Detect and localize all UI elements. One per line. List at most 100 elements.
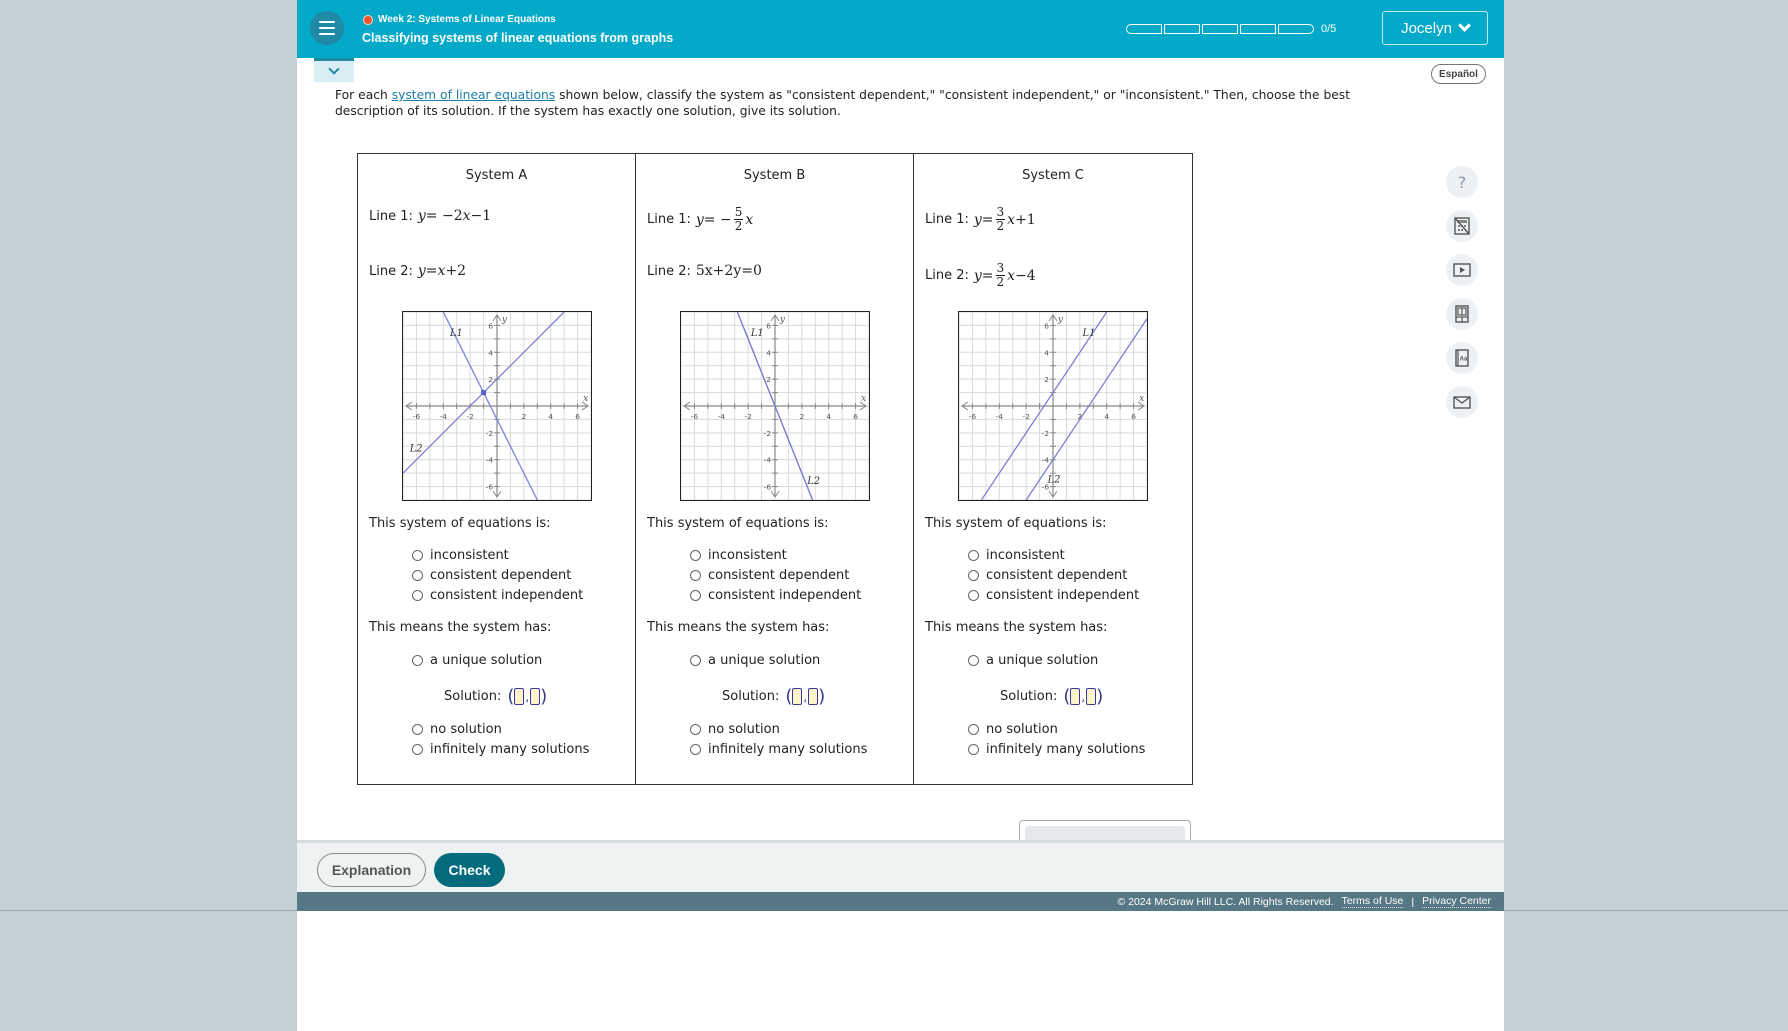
solution-x-input[interactable] bbox=[1070, 688, 1081, 705]
radio-no-solution[interactable]: no solution bbox=[968, 722, 1058, 737]
y-tick-label: 6 bbox=[488, 321, 493, 330]
radio-button[interactable] bbox=[690, 570, 701, 581]
radio-consistent-independent[interactable]: consistent independent bbox=[690, 588, 861, 603]
check-button[interactable]: Check bbox=[434, 853, 505, 887]
x-tick-label: -6 bbox=[969, 412, 977, 421]
line-label-l1: L1 bbox=[1082, 328, 1096, 339]
radio-infinitely-many[interactable]: infinitely many solutions bbox=[412, 742, 589, 757]
radio-button[interactable] bbox=[412, 655, 423, 666]
message-icon[interactable] bbox=[1446, 386, 1478, 418]
x-tick-label: -2 bbox=[1022, 412, 1029, 421]
radio-button[interactable] bbox=[412, 724, 423, 735]
side-toolbar: ? Aa bbox=[1446, 166, 1478, 418]
line1-equation: Line 1: y = −2 x −1 bbox=[369, 208, 491, 224]
fraction-numerator: 5 bbox=[733, 205, 744, 220]
line1-equation: Line 1: y = − 52 x bbox=[647, 206, 753, 233]
collapse-toggle[interactable] bbox=[314, 58, 354, 82]
radio-button[interactable] bbox=[968, 550, 979, 561]
radio-button[interactable] bbox=[968, 744, 979, 755]
terms-link[interactable]: Terms of Use bbox=[1341, 895, 1404, 908]
radio-infinitely-many[interactable]: infinitely many solutions bbox=[690, 742, 867, 757]
page-title: Classifying systems of linear equations … bbox=[362, 31, 674, 45]
envelope-icon bbox=[1453, 395, 1471, 409]
glossary-link[interactable]: system of linear equations bbox=[392, 88, 555, 102]
math-var: x bbox=[1007, 267, 1016, 284]
option-label: inconsistent bbox=[986, 548, 1065, 563]
collapsed-panel-tab[interactable] bbox=[1019, 820, 1191, 843]
radio-no-solution[interactable]: no solution bbox=[690, 722, 780, 737]
radio-unique-solution[interactable]: a unique solution bbox=[968, 653, 1098, 668]
solution-x-input[interactable] bbox=[514, 688, 525, 705]
radio-button[interactable] bbox=[968, 570, 979, 581]
math-var: y bbox=[973, 211, 982, 228]
line-label-l2: L2 bbox=[409, 444, 423, 455]
option-label: consistent independent bbox=[986, 588, 1140, 603]
option-label: a unique solution bbox=[430, 653, 543, 668]
radio-inconsistent[interactable]: inconsistent bbox=[412, 548, 509, 563]
solution-y-input[interactable] bbox=[530, 688, 541, 705]
progress-count: 0/5 bbox=[1321, 23, 1337, 35]
radio-button[interactable] bbox=[968, 724, 979, 735]
radio-inconsistent[interactable]: inconsistent bbox=[690, 548, 787, 563]
language-toggle-button[interactable]: Español bbox=[1431, 64, 1486, 84]
help-icon[interactable]: ? bbox=[1446, 166, 1478, 198]
math-text: +2 bbox=[445, 263, 467, 279]
radio-button[interactable] bbox=[690, 724, 701, 735]
video-icon[interactable] bbox=[1446, 254, 1478, 286]
hamburger-icon bbox=[319, 21, 335, 23]
math-var: y bbox=[973, 267, 982, 284]
fraction-denominator: 2 bbox=[734, 219, 743, 233]
classify-prompt: This system of equations is: bbox=[369, 516, 551, 531]
radio-button[interactable] bbox=[412, 744, 423, 755]
radio-button[interactable] bbox=[968, 590, 979, 601]
radio-consistent-dependent[interactable]: consistent dependent bbox=[968, 568, 1127, 583]
option-label: inconsistent bbox=[708, 548, 787, 563]
solution-x-input[interactable] bbox=[792, 688, 803, 705]
radio-button[interactable] bbox=[690, 590, 701, 601]
instructions: For each system of linear equations show… bbox=[335, 87, 1415, 119]
radio-button[interactable] bbox=[412, 590, 423, 601]
line2-equation: Line 2: y = x +2 bbox=[369, 263, 466, 279]
textbook-icon[interactable] bbox=[1446, 298, 1478, 330]
calculator-disabled-icon[interactable] bbox=[1446, 210, 1478, 242]
radio-button[interactable] bbox=[690, 550, 701, 561]
radio-infinitely-many[interactable]: infinitely many solutions bbox=[968, 742, 1145, 757]
solution-input-group: Solution: (,) bbox=[444, 686, 547, 707]
radio-inconsistent[interactable]: inconsistent bbox=[968, 548, 1065, 563]
progress-segment bbox=[1240, 24, 1276, 34]
radio-button[interactable] bbox=[412, 550, 423, 561]
radio-consistent-independent[interactable]: consistent independent bbox=[412, 588, 583, 603]
copyright-text: © 2024 McGraw Hill LLC. All Rights Reser… bbox=[1117, 895, 1334, 908]
explanation-button[interactable]: Explanation bbox=[317, 853, 426, 887]
radio-button[interactable] bbox=[690, 655, 701, 666]
line-label-l1: L1 bbox=[449, 328, 463, 339]
y-tick-label: 4 bbox=[766, 348, 771, 357]
radio-no-solution[interactable]: no solution bbox=[412, 722, 502, 737]
radio-consistent-independent[interactable]: consistent independent bbox=[968, 588, 1139, 603]
solution-label: Solution: bbox=[722, 689, 780, 704]
line1-math: y = 32 x +1 bbox=[974, 206, 1036, 233]
radio-button[interactable] bbox=[968, 655, 979, 666]
menu-button[interactable] bbox=[310, 11, 344, 45]
classify-prompt: This system of equations is: bbox=[925, 516, 1107, 531]
top-bar: Week 2: Systems of Linear Equations Clas… bbox=[297, 0, 1504, 58]
option-label: no solution bbox=[708, 722, 780, 737]
assignment-page: Week 2: Systems of Linear Equations Clas… bbox=[297, 0, 1504, 1031]
math-var: x bbox=[745, 211, 754, 228]
radio-button[interactable] bbox=[412, 570, 423, 581]
radio-button[interactable] bbox=[690, 744, 701, 755]
radio-unique-solution[interactable]: a unique solution bbox=[412, 653, 542, 668]
line2-label: Line 2: bbox=[925, 268, 969, 283]
user-menu-button[interactable]: Jocelyn bbox=[1382, 11, 1488, 45]
solution-y-input[interactable] bbox=[1086, 688, 1097, 705]
radio-unique-solution[interactable]: a unique solution bbox=[690, 653, 820, 668]
solution-y-input[interactable] bbox=[808, 688, 819, 705]
week-text: Week 2: Systems of Linear Equations bbox=[378, 14, 556, 25]
radio-consistent-dependent[interactable]: consistent dependent bbox=[412, 568, 571, 583]
systems-table: System A Line 1: y = −2 x −1 Line 2: y =… bbox=[357, 153, 1193, 785]
privacy-link[interactable]: Privacy Center bbox=[1422, 895, 1491, 908]
glossary-icon[interactable]: Aa bbox=[1446, 342, 1478, 374]
y-tick-label: -2 bbox=[486, 429, 493, 438]
solution-input-group: Solution: (,) bbox=[1000, 686, 1103, 707]
radio-consistent-dependent[interactable]: consistent dependent bbox=[690, 568, 849, 583]
